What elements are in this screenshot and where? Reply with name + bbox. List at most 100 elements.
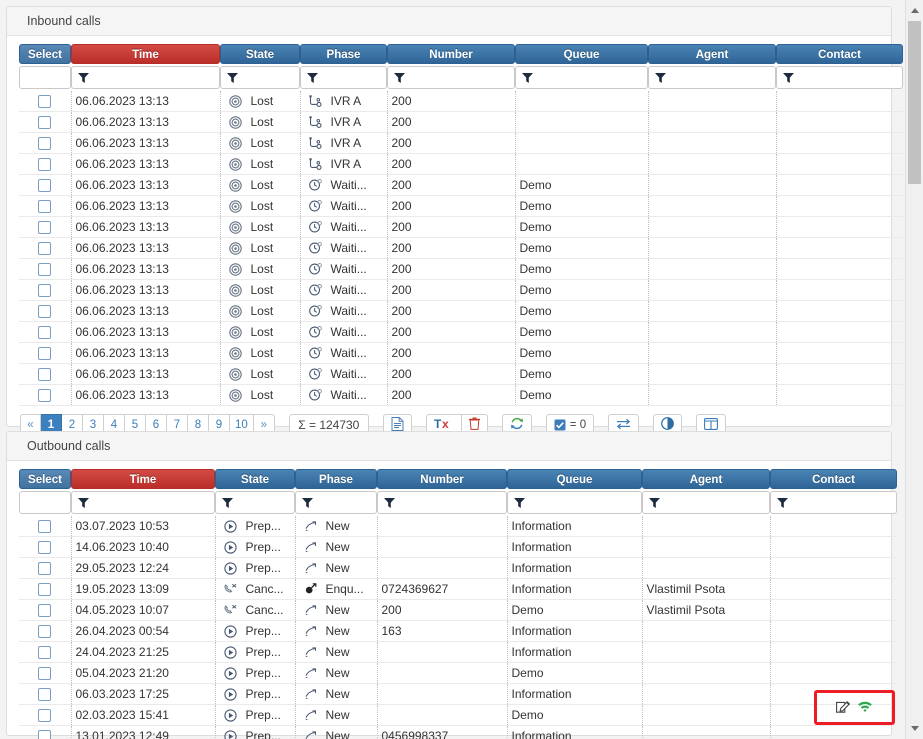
edit-pencil-icon[interactable] — [836, 699, 851, 716]
row-checkbox[interactable] — [38, 646, 52, 660]
column-header-time[interactable]: Time — [71, 44, 220, 64]
scroll-up-arrow[interactable] — [906, 2, 923, 19]
row-select-cell[interactable] — [19, 725, 71, 739]
table-row[interactable]: 06.06.2023 13:13 Lost Waiti... 200 Demo — [19, 384, 903, 406]
table-row[interactable]: 04.05.2023 10:07 Canc... New 200 Demo Vlastim… — [19, 599, 897, 621]
table-row[interactable]: 02.03.2023 15:41 Prep... New Demo — [19, 704, 897, 726]
row-select-cell[interactable] — [19, 216, 71, 238]
row-select-cell[interactable] — [19, 620, 71, 642]
table-row[interactable]: 06.06.2023 13:13 Lost Waiti... 200 Demo — [19, 237, 903, 259]
wifi-signal-icon[interactable] — [857, 700, 873, 716]
column-header-phase[interactable]: Phase — [300, 44, 387, 64]
row-select-cell[interactable] — [19, 279, 71, 301]
filter-number[interactable] — [377, 489, 507, 514]
column-header-select[interactable]: Select — [19, 469, 71, 489]
column-header-agent[interactable]: Agent — [642, 469, 770, 489]
row-select-cell[interactable] — [19, 557, 71, 579]
table-row[interactable]: 13.01.2023 12:49 Prep... New 0456998337 Info… — [19, 725, 897, 739]
column-header-agent[interactable]: Agent — [648, 44, 776, 64]
row-checkbox[interactable] — [38, 604, 52, 618]
row-select-cell[interactable] — [19, 195, 71, 217]
table-row[interactable]: 06.06.2023 13:13 Lost Waiti... 200 Demo — [19, 195, 903, 217]
row-select-cell[interactable] — [19, 516, 71, 537]
row-select-cell[interactable] — [19, 321, 71, 343]
row-checkbox[interactable] — [38, 520, 52, 534]
table-row[interactable]: 06.03.2023 17:25 Prep... New Information — [19, 683, 897, 705]
row-select-cell[interactable] — [19, 342, 71, 364]
row-checkbox[interactable] — [38, 688, 52, 702]
column-header-phase[interactable]: Phase — [295, 469, 377, 489]
filter-contact[interactable] — [776, 64, 903, 89]
table-row[interactable]: 06.06.2023 13:13 Lost Waiti... 200 Demo — [19, 342, 903, 364]
row-select-cell[interactable] — [19, 91, 71, 112]
row-checkbox[interactable] — [38, 263, 52, 277]
column-header-contact[interactable]: Contact — [776, 44, 903, 64]
column-header-queue[interactable]: Queue — [507, 469, 642, 489]
row-select-cell[interactable] — [19, 111, 71, 133]
filter-queue[interactable] — [515, 64, 648, 89]
scroll-down-arrow[interactable] — [906, 720, 923, 737]
row-checkbox[interactable] — [38, 179, 52, 193]
table-row[interactable]: 06.06.2023 13:13 Lost Waiti... 200 Demo — [19, 363, 903, 385]
filter-agent[interactable] — [642, 489, 770, 514]
filter-agent[interactable] — [648, 64, 776, 89]
row-checkbox[interactable] — [38, 221, 52, 235]
row-checkbox[interactable] — [38, 200, 52, 214]
row-select-cell[interactable] — [19, 536, 71, 558]
row-checkbox[interactable] — [38, 158, 52, 172]
column-header-state[interactable]: State — [215, 469, 295, 489]
row-select-cell[interactable] — [19, 641, 71, 663]
table-row[interactable]: 06.06.2023 13:13 Lost IVR A 200 — [19, 132, 903, 154]
row-checkbox[interactable] — [38, 730, 52, 739]
column-header-number[interactable]: Number — [377, 469, 507, 489]
row-select-cell[interactable] — [19, 599, 71, 621]
table-row[interactable]: 06.06.2023 13:13 Lost IVR A 200 — [19, 91, 903, 112]
page-scrollbar[interactable] — [905, 0, 923, 739]
column-header-number[interactable]: Number — [387, 44, 515, 64]
row-checkbox[interactable] — [38, 709, 52, 723]
row-select-cell[interactable] — [19, 683, 71, 705]
row-select-cell[interactable] — [19, 704, 71, 726]
row-checkbox[interactable] — [38, 137, 52, 151]
row-select-cell[interactable] — [19, 132, 71, 154]
row-select-cell[interactable] — [19, 300, 71, 322]
row-checkbox[interactable] — [38, 625, 52, 639]
row-checkbox[interactable] — [38, 389, 52, 403]
row-select-cell[interactable] — [19, 662, 71, 684]
table-row[interactable]: 29.05.2023 12:24 Prep... New Information — [19, 557, 897, 579]
column-header-contact[interactable]: Contact — [770, 469, 897, 489]
row-select-cell[interactable] — [19, 258, 71, 280]
row-checkbox[interactable] — [38, 583, 52, 597]
row-select-cell[interactable] — [19, 363, 71, 385]
row-select-cell[interactable] — [19, 237, 71, 259]
filter-contact[interactable] — [770, 489, 897, 514]
table-row[interactable]: 06.06.2023 13:13 Lost Waiti... 200 Demo — [19, 216, 903, 238]
row-checkbox[interactable] — [38, 541, 52, 555]
filter-state[interactable] — [220, 64, 300, 89]
filter-queue[interactable] — [507, 489, 642, 514]
table-row[interactable]: 06.06.2023 13:13 Lost IVR A 200 — [19, 111, 903, 133]
table-row[interactable]: 06.06.2023 13:13 Lost Waiti... 200 Demo — [19, 321, 903, 343]
column-header-select[interactable]: Select — [19, 44, 71, 64]
filter-phase[interactable] — [295, 489, 377, 514]
row-checkbox[interactable] — [38, 326, 52, 340]
table-row[interactable]: 19.05.2023 13:09 Canc... Enqu... 0724369627… — [19, 578, 897, 600]
filter-time[interactable] — [71, 489, 215, 514]
row-checkbox[interactable] — [38, 667, 52, 681]
filter-time[interactable] — [71, 64, 220, 89]
column-header-queue[interactable]: Queue — [515, 44, 648, 64]
table-row[interactable]: 03.07.2023 10:53 Prep... New Information — [19, 516, 897, 537]
filter-number[interactable] — [387, 64, 515, 89]
table-row[interactable]: 06.06.2023 13:13 Lost IVR A 200 — [19, 153, 903, 175]
column-header-time[interactable]: Time — [71, 469, 215, 489]
row-checkbox[interactable] — [38, 562, 52, 576]
table-row[interactable]: 06.06.2023 13:13 Lost Waiti... 200 Demo — [19, 174, 903, 196]
table-row[interactable]: 24.04.2023 21:25 Prep... New Information — [19, 641, 897, 663]
table-row[interactable]: 14.06.2023 10:40 Prep... New Information — [19, 536, 897, 558]
table-row[interactable]: 05.04.2023 21:20 Prep... New Demo — [19, 662, 897, 684]
row-select-cell[interactable] — [19, 384, 71, 406]
filter-phase[interactable] — [300, 64, 387, 89]
row-select-cell[interactable] — [19, 153, 71, 175]
row-checkbox[interactable] — [38, 242, 52, 256]
row-select-cell[interactable] — [19, 174, 71, 196]
